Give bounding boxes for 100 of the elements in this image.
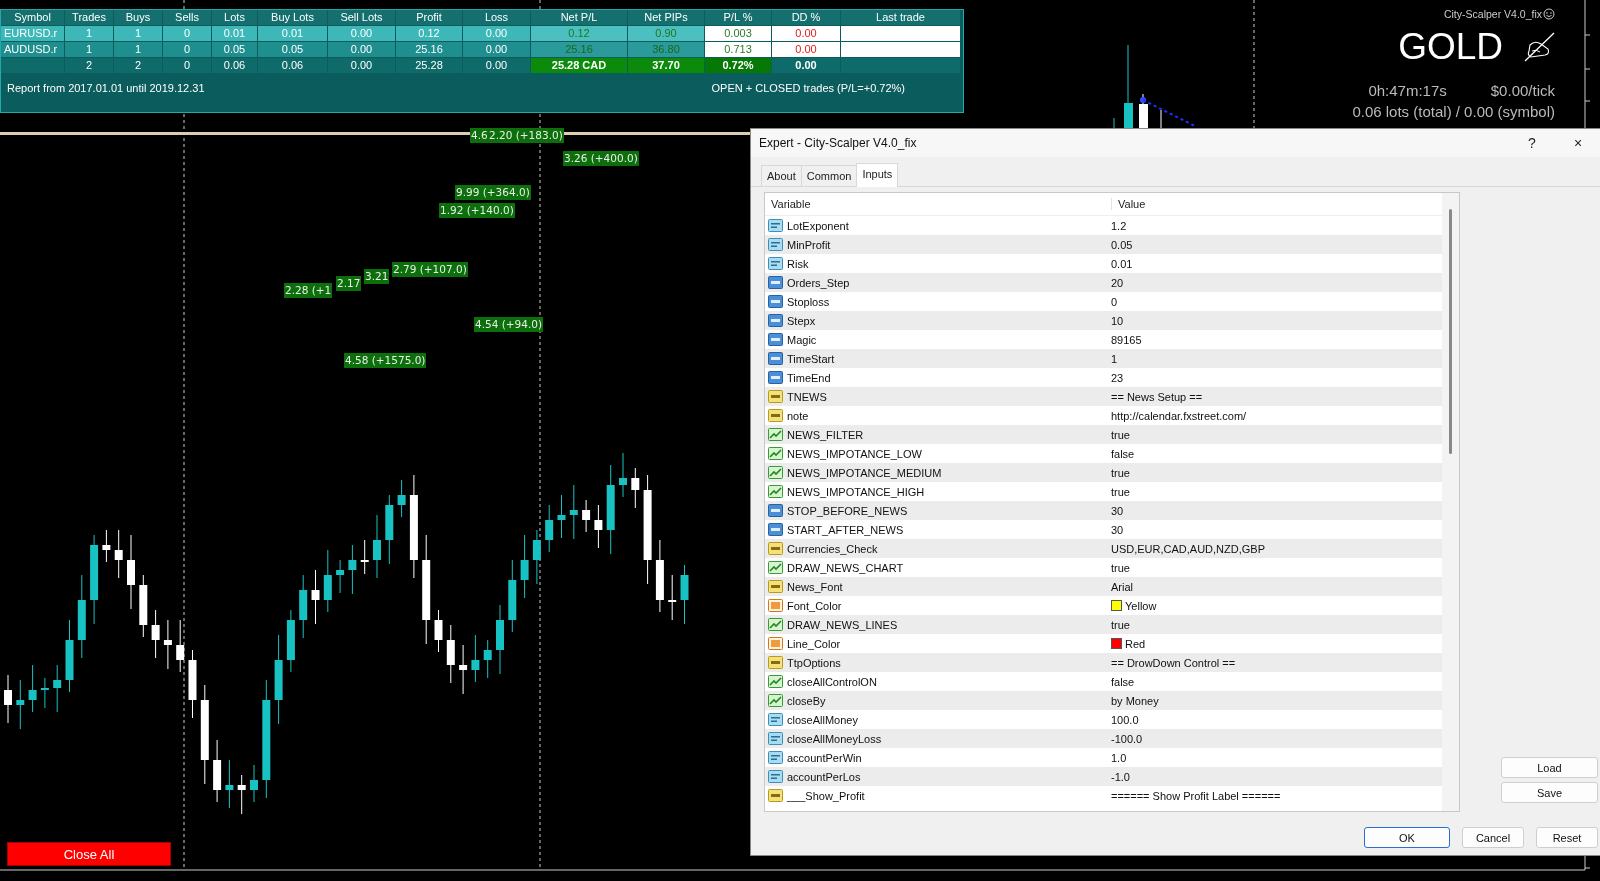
close-all-button[interactable]: Close All <box>7 842 171 866</box>
variable-name: Currencies_Check <box>787 542 878 555</box>
candlestick <box>151 609 160 659</box>
variable-value[interactable]: 1.2 <box>1111 219 1127 232</box>
variable-value[interactable]: -1.0 <box>1111 770 1130 783</box>
table-cell: 0 <box>163 26 212 42</box>
variable-value[interactable]: Red <box>1125 637 1146 650</box>
variable-value[interactable]: 89165 <box>1111 333 1142 346</box>
boolean-type-icon <box>768 561 783 574</box>
table-cell: 0.06 <box>212 58 258 74</box>
profit-label: 4.54 (+94.0) <box>474 317 544 332</box>
table-cell: EURUSD.r <box>1 26 65 42</box>
integer-type-icon <box>768 295 783 308</box>
candlestick <box>360 539 369 575</box>
variable-value[interactable]: 0.05 <box>1111 238 1133 251</box>
variable-value[interactable]: 0.01 <box>1111 257 1133 270</box>
boolean-type-icon <box>768 447 783 460</box>
variable-value[interactable]: true <box>1111 428 1130 441</box>
column-header: Lots <box>212 10 258 26</box>
variable-value[interactable]: -100.0 <box>1111 732 1143 745</box>
variable-value[interactable]: true <box>1111 618 1130 631</box>
variable-name: STOP_BEFORE_NEWS <box>787 504 908 517</box>
candlestick <box>311 569 320 625</box>
variable-name: Magic <box>787 333 817 346</box>
variable-value[interactable]: Arial <box>1111 580 1133 593</box>
dialog-button[interactable]: Cancel <box>1462 827 1524 848</box>
variable-value[interactable]: true <box>1111 466 1130 479</box>
candlestick <box>286 609 295 673</box>
trades-summary-text: OPEN + CLOSED trades (P/L=+0.72%) <box>711 82 905 96</box>
table-cell: 0.01 <box>258 26 328 42</box>
color-type-icon <box>768 637 783 650</box>
variable-name: NEWS_IMPOTANCE_MEDIUM <box>787 466 942 479</box>
candlestick <box>336 559 345 594</box>
variable-value[interactable]: http://calendar.fxstreet.com/ <box>1111 409 1247 422</box>
integer-type-icon <box>768 276 783 289</box>
variable-value[interactable]: true <box>1111 561 1130 574</box>
integer-type-icon <box>768 504 783 517</box>
column-header: Profit <box>396 10 463 26</box>
variable-value[interactable]: == DrowDown Control == <box>1111 656 1236 669</box>
table-cell: 2 <box>114 58 163 74</box>
tab[interactable]: About <box>761 165 802 186</box>
table-cell: 25.16 <box>531 42 628 58</box>
profit-label: 2.28 (+1 <box>284 283 333 298</box>
variable-name: TtpOptions <box>787 656 841 669</box>
table-cell: 1 <box>114 26 163 42</box>
variable-value[interactable]: Yellow <box>1125 599 1157 612</box>
table-cell: 0 <box>163 42 212 58</box>
profit-label: 1.92 (+140.0) <box>439 203 515 218</box>
side-button[interactable]: Load <box>1501 757 1598 778</box>
variable-name: Stoploss <box>787 295 830 308</box>
variable-value[interactable]: ====== Show Profit Label ====== <box>1111 789 1281 802</box>
scrollbar[interactable] <box>1442 193 1459 811</box>
variable-value[interactable]: false <box>1111 447 1135 460</box>
boolean-type-icon <box>768 428 783 441</box>
candlestick <box>631 467 640 509</box>
candlestick <box>139 574 148 638</box>
variable-value[interactable]: 20 <box>1111 276 1124 289</box>
candlestick <box>53 664 62 713</box>
boolean-type-icon <box>768 675 783 688</box>
variable-value[interactable]: false <box>1111 675 1135 688</box>
dialog-button[interactable]: Reset <box>1536 827 1598 848</box>
help-button[interactable]: ? <box>1509 135 1555 151</box>
column-header: Sells <box>163 10 212 26</box>
variable-value[interactable]: by Money <box>1111 694 1159 707</box>
variable-value[interactable]: 100.0 <box>1111 713 1139 726</box>
variable-value[interactable]: 30 <box>1111 523 1124 536</box>
profit-label: 4.6 <box>470 128 489 143</box>
table-cell: 0.713 <box>705 42 772 58</box>
variable-value[interactable]: 1.0 <box>1111 751 1127 764</box>
variable-value[interactable]: 23 <box>1111 371 1124 384</box>
number-type-icon <box>768 257 783 270</box>
candlestick <box>299 574 308 639</box>
variable-value[interactable]: USD,EUR,CAD,AUD,NZD,GBP <box>1111 542 1266 555</box>
variable-value[interactable]: 10 <box>1111 314 1124 327</box>
number-type-icon <box>768 770 783 783</box>
close-button[interactable]: × <box>1555 135 1600 151</box>
text-type-icon <box>768 580 783 593</box>
variable-name: DRAW_NEWS_LINES <box>787 618 898 631</box>
number-type-icon <box>768 219 783 232</box>
dialog-button[interactable]: OK <box>1364 827 1450 848</box>
variable-value[interactable]: 1 <box>1111 352 1118 365</box>
variable-name: NEWS_FILTER <box>787 428 864 441</box>
candlestick <box>496 604 504 675</box>
variable-value[interactable]: == News Setup == <box>1111 390 1203 403</box>
variable-name: Line_Color <box>787 637 841 650</box>
column-header: Buys <box>114 10 163 26</box>
side-button[interactable]: Save <box>1501 782 1598 803</box>
tab[interactable]: Inputs <box>856 163 899 187</box>
candlestick <box>471 634 480 683</box>
text-type-icon <box>768 656 783 669</box>
table-cell: 0.003 <box>705 26 772 42</box>
candlestick <box>114 529 123 579</box>
candlestick <box>348 544 357 595</box>
variable-value[interactable]: 0 <box>1111 295 1118 308</box>
candlestick <box>385 494 394 565</box>
variable-value[interactable]: true <box>1111 485 1130 498</box>
column-header: Trades <box>65 10 114 26</box>
variable-value[interactable]: 30 <box>1111 504 1124 517</box>
smiley-icon <box>1543 8 1555 20</box>
text-type-icon <box>768 789 783 802</box>
